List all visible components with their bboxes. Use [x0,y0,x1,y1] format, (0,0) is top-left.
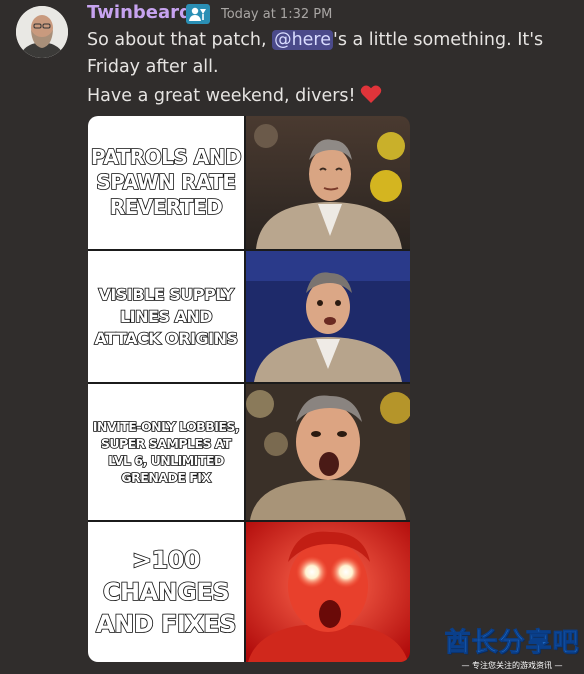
message-timestamp[interactable]: Today at 1:32 PM [221,7,332,22]
here-mention[interactable]: @here [272,30,334,50]
meme-panel-1-image [246,116,410,249]
meme-panel-4-caption-box: >100 CHANGES AND FIXES [88,522,244,662]
message-text-line-3: Have a great weekend, divers! [87,86,356,106]
meme-panel-1-caption: PATROLS AND SPAWN RATE REVERTED [90,144,242,220]
message-text-before-mention: So about that patch, [87,30,273,50]
message-line-2: Friday after all. [87,57,219,77]
meme-image-attachment[interactable]: PATROLS AND SPAWN RATE REVERTED VISIBLE … [88,116,410,662]
username[interactable]: Twinbeard [87,2,192,23]
message-text-after-mention: 's a little something. It's [333,30,544,50]
user-avatar[interactable] [16,6,68,58]
avatar-image [16,6,68,58]
meme-panel-1-caption-box: PATROLS AND SPAWN RATE REVERTED [88,116,244,249]
meme-panel-3-image [246,384,410,520]
watermark-logo: 酋长分享吧 — 专注您关注的游戏资讯 — [440,622,584,671]
meme-panel-2-caption: VISIBLE SUPPLY LINES AND ATTACK ORIGINS [94,284,239,349]
role-badge-icon[interactable] [186,4,210,24]
meme-panel-3-caption-box: INVITE-ONLY LOBBIES, SUPER SAMPLES AT LV… [88,384,244,520]
meme-panel-4-image [246,522,410,662]
message-line-1: So about that patch, @here's a little so… [87,30,543,50]
meme-panel-2-caption-box: VISIBLE SUPPLY LINES AND ATTACK ORIGINS [88,251,244,382]
meme-panel-3-caption: INVITE-ONLY LOBBIES, SUPER SAMPLES AT LV… [92,418,240,486]
watermark-subtitle: — 专注您关注的游戏资讯 — [461,661,563,670]
watermark-title: 酋长分享吧 [444,628,580,659]
meme-panel-2-image [246,251,410,382]
red-heart-icon[interactable] [360,84,382,109]
meme-panel-4-caption: >100 CHANGES AND FIXES [95,545,237,639]
message-line-3: Have a great weekend, divers! [87,84,382,109]
chat-message: Twinbeard Today at 1:32 PM So about that… [0,0,584,674]
